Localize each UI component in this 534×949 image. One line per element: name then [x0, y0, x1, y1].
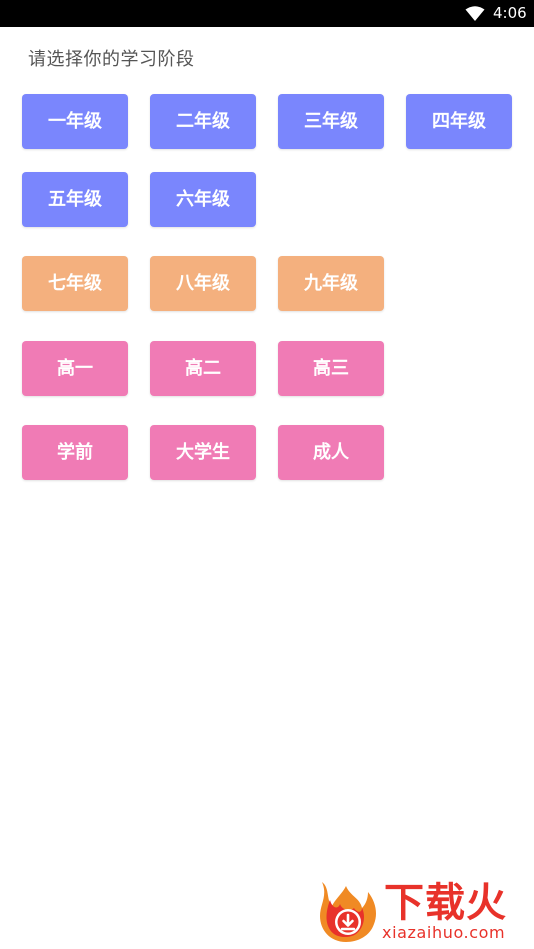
grade-button-6[interactable]: 六年级: [150, 172, 256, 227]
adult-button[interactable]: 成人: [278, 425, 384, 480]
watermark-domain: xiazaihuo.com: [382, 923, 506, 942]
status-bar: 4:06: [0, 0, 534, 27]
grade-button-5[interactable]: 五年级: [22, 172, 128, 227]
preschool-button[interactable]: 学前: [22, 425, 128, 480]
senior-button-3[interactable]: 高三: [278, 341, 384, 396]
college-button[interactable]: 大学生: [150, 425, 256, 480]
watermark-brand: 下载火: [384, 880, 507, 926]
grade-button-8[interactable]: 八年级: [150, 256, 256, 311]
grade-button-7[interactable]: 七年级: [22, 256, 128, 311]
grade-button-1[interactable]: 一年级: [22, 94, 128, 149]
wifi-icon: [465, 6, 485, 21]
flame-download-icon: [320, 882, 376, 942]
watermark-logo: 下载火 xiazaihuo.com: [316, 878, 530, 946]
grade-button-4[interactable]: 四年级: [406, 94, 512, 149]
grade-button-2[interactable]: 二年级: [150, 94, 256, 149]
page-prompt: 请选择你的学习阶段: [28, 49, 195, 70]
senior-button-2[interactable]: 高二: [150, 341, 256, 396]
grade-button-9[interactable]: 九年级: [278, 256, 384, 311]
status-time: 4:06: [493, 4, 527, 22]
senior-button-1[interactable]: 高一: [22, 341, 128, 396]
grade-button-3[interactable]: 三年级: [278, 94, 384, 149]
